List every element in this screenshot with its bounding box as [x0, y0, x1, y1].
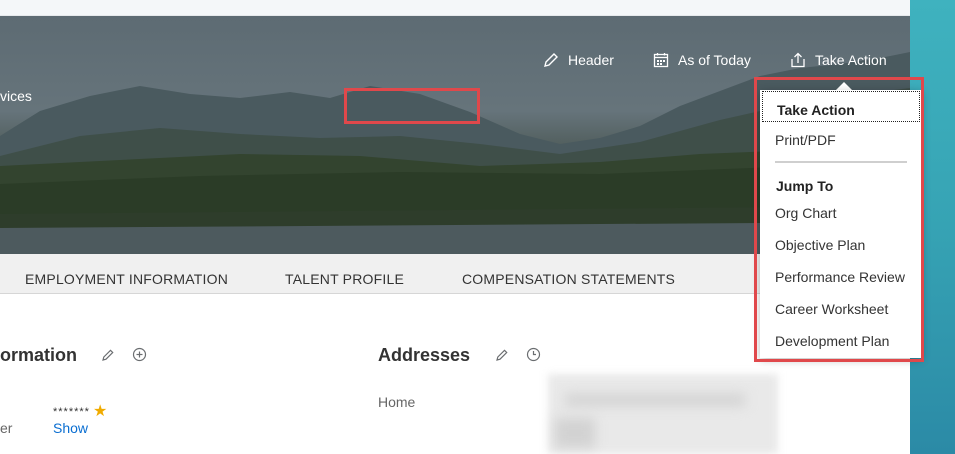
- star-icon: ★: [93, 403, 108, 420]
- add-icon[interactable]: [132, 347, 147, 362]
- tab-employment-information[interactable]: EMPLOYMENT INFORMATION: [25, 271, 228, 287]
- calendar-icon: [653, 53, 669, 68]
- take-action-label: Take Action: [815, 52, 887, 68]
- section-title: ormation: [0, 345, 78, 365]
- masked-value: *******: [53, 406, 90, 418]
- take-action-button[interactable]: Take Action: [790, 52, 887, 68]
- addresses-title: Addresses: [378, 345, 471, 365]
- menu-highlight-box: [754, 77, 924, 362]
- hero-subtitle: vices: [0, 88, 32, 104]
- history-icon[interactable]: [526, 347, 541, 362]
- as-of-today-label: As of Today: [678, 52, 751, 68]
- address-type-label: Home: [378, 394, 416, 410]
- pencil-icon: [544, 53, 558, 67]
- redacted-address-line: [555, 418, 595, 448]
- header-action[interactable]: Header: [543, 52, 614, 68]
- edit-icon[interactable]: [101, 348, 115, 362]
- share-icon: [791, 52, 805, 68]
- top-strip: [0, 0, 910, 16]
- show-link[interactable]: Show: [53, 420, 88, 436]
- tab-talent-profile[interactable]: TALENT PROFILE: [285, 271, 404, 287]
- edit-icon[interactable]: [495, 348, 509, 362]
- header-action-label: Header: [568, 52, 614, 68]
- field-label: er: [0, 420, 13, 436]
- tab-compensation-statements[interactable]: COMPENSATION STATEMENTS: [462, 271, 675, 287]
- redacted-address-line: [565, 394, 745, 406]
- as-of-today-action[interactable]: As of Today: [653, 52, 751, 68]
- highlight-box: [344, 88, 480, 124]
